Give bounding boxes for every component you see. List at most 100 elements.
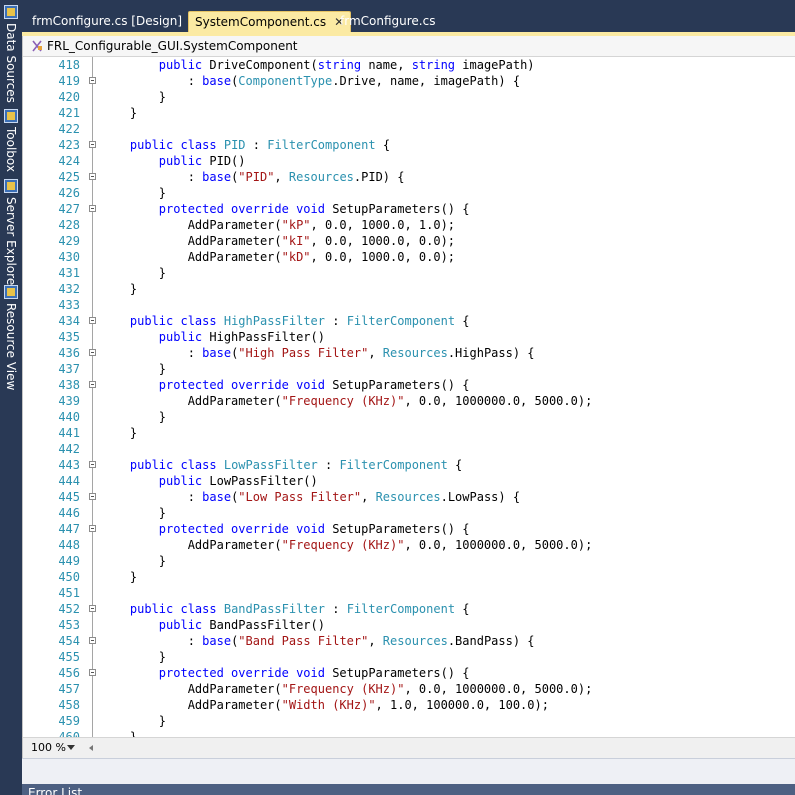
tab-label: frmConfigure.cs [Design]	[32, 14, 183, 28]
code-text: public PID()	[158, 154, 246, 168]
code-line[interactable]: 460 }	[23, 729, 795, 737]
code-line[interactable]: 444 public LowPassFilter()	[23, 473, 795, 489]
code-line[interactable]: 442	[23, 441, 795, 457]
code-line[interactable]: 425 : base("PID", Resources.PID) {	[23, 169, 795, 185]
code-text: : base("PID", Resources.PID) {	[101, 170, 405, 184]
side-tab-server-explorer[interactable]: Server Explorer	[0, 176, 21, 290]
code-line[interactable]: 435 public HighPassFilter()	[23, 329, 795, 345]
tab-frmconfigure[interactable]: frmConfigure.cs	[334, 11, 441, 32]
toolbox-icon	[3, 109, 18, 123]
code-line[interactable]: 430 AddParameter("kD", 0.0, 1000.0, 0.0)…	[23, 249, 795, 265]
side-tab-label: Server Explorer	[4, 197, 18, 291]
code-text: public BandPassFilter()	[158, 618, 325, 632]
line-number: 441	[58, 426, 80, 440]
collapse-icon[interactable]	[89, 525, 96, 532]
line-number: 432	[58, 282, 80, 296]
code-text: : base("High Pass Filter", Resources.Hig…	[101, 346, 535, 360]
collapse-icon[interactable]	[89, 381, 96, 388]
line-number: 448	[58, 538, 80, 552]
collapse-icon[interactable]	[89, 317, 96, 324]
line-number: 442	[58, 442, 80, 456]
error-list-panel[interactable]: Error List	[22, 784, 795, 795]
code-line[interactable]: 421 }	[23, 105, 795, 121]
collapse-icon[interactable]	[89, 173, 96, 180]
code-line[interactable]: 451	[23, 585, 795, 601]
side-tab-resource-view[interactable]: Resource View	[0, 282, 21, 390]
side-tab-label: Resource View	[4, 303, 18, 391]
code-line[interactable]: 456 protected override void SetupParamet…	[23, 665, 795, 681]
collapse-icon[interactable]	[89, 141, 96, 148]
code-line[interactable]: 459 }	[23, 713, 795, 729]
code-line[interactable]: 440 }	[23, 409, 795, 425]
code-line[interactable]: 429 AddParameter("kI", 0.0, 1000.0, 0.0)…	[23, 233, 795, 249]
code-line[interactable]: 437 }	[23, 361, 795, 377]
code-line[interactable]: 439 AddParameter("Frequency (KHz)", 0.0,…	[23, 393, 795, 409]
tab-systemcomponent[interactable]: SystemComponent.cs ✕	[188, 11, 352, 32]
editor-status-bar: 100 %	[23, 737, 795, 758]
code-line[interactable]: 453 public BandPassFilter()	[23, 617, 795, 633]
code-line[interactable]: 424 public PID()	[23, 153, 795, 169]
code-editor[interactable]: FRL_Configurable_GUI.SystemComponent 418…	[22, 36, 795, 758]
code-line[interactable]: 452 public class BandPassFilter : Filter…	[23, 601, 795, 617]
line-number: 458	[58, 698, 80, 712]
code-line[interactable]: 445 : base("Low Pass Filter", Resources.…	[23, 489, 795, 505]
code-text: }	[101, 570, 138, 584]
resource-view-icon	[3, 285, 18, 299]
code-text: AddParameter("kI", 0.0, 1000.0, 0.0);	[101, 234, 456, 248]
code-text: protected override void SetupParameters(…	[158, 202, 470, 216]
side-tab-data-sources[interactable]: Data Sources	[0, 2, 21, 103]
code-line[interactable]: 449 }	[23, 553, 795, 569]
code-line[interactable]: 450 }	[23, 569, 795, 585]
code-area[interactable]: 418 public DriveComponent(string name, s…	[23, 57, 795, 737]
error-list-label: Error List	[28, 786, 83, 795]
code-line[interactable]: 446 }	[23, 505, 795, 521]
code-line[interactable]: 438 protected override void SetupParamet…	[23, 377, 795, 393]
code-line[interactable]: 422	[23, 121, 795, 137]
collapse-icon[interactable]	[89, 637, 96, 644]
code-text: }	[101, 506, 167, 520]
code-line[interactable]: 443 public class LowPassFilter : FilterC…	[23, 457, 795, 473]
code-line[interactable]: 428 AddParameter("kP", 0.0, 1000.0, 1.0)…	[23, 217, 795, 233]
type-dropdown[interactable]: FRL_Configurable_GUI.SystemComponent	[47, 36, 298, 56]
navigation-bar[interactable]: FRL_Configurable_GUI.SystemComponent	[23, 36, 795, 57]
collapse-icon[interactable]	[89, 461, 96, 468]
code-line[interactable]: 419 : base(ComponentType.Drive, name, im…	[23, 73, 795, 89]
code-line[interactable]: 427 protected override void SetupParamet…	[23, 201, 795, 217]
code-line[interactable]: 454 : base("Band Pass Filter", Resources…	[23, 633, 795, 649]
tab-frmconfigure-design[interactable]: frmConfigure.cs [Design]	[26, 11, 188, 32]
collapse-icon[interactable]	[89, 77, 96, 84]
line-number: 428	[58, 218, 80, 232]
collapse-icon[interactable]	[89, 669, 96, 676]
code-text: }	[101, 186, 167, 200]
code-line[interactable]: 455 }	[23, 649, 795, 665]
code-line[interactable]: 448 AddParameter("Frequency (KHz)", 0.0,…	[23, 537, 795, 553]
code-line[interactable]: 457 AddParameter("Frequency (KHz)", 0.0,…	[23, 681, 795, 697]
line-number: 453	[58, 618, 80, 632]
code-line[interactable]: 431 }	[23, 265, 795, 281]
code-line[interactable]: 423 public class PID : FilterComponent {	[23, 137, 795, 153]
panel-splitter[interactable]	[22, 758, 795, 784]
code-line[interactable]: 418 public DriveComponent(string name, s…	[23, 57, 795, 73]
collapse-icon[interactable]	[89, 605, 96, 612]
code-line[interactable]: 433	[23, 297, 795, 313]
code-line[interactable]: 426 }	[23, 185, 795, 201]
code-line[interactable]: 441 }	[23, 425, 795, 441]
collapse-icon[interactable]	[89, 349, 96, 356]
collapse-icon[interactable]	[89, 205, 96, 212]
code-line[interactable]: 432 }	[23, 281, 795, 297]
side-tab-toolbox[interactable]: Toolbox	[0, 106, 21, 172]
line-number: 436	[58, 346, 80, 360]
code-line[interactable]: 458 AddParameter("Width (KHz)", 1.0, 100…	[23, 697, 795, 713]
code-line[interactable]: 434 public class HighPassFilter : Filter…	[23, 313, 795, 329]
zoom-level[interactable]: 100 %	[31, 738, 66, 758]
code-line[interactable]: 447 protected override void SetupParamet…	[23, 521, 795, 537]
code-text: public class HighPassFilter : FilterComp…	[129, 314, 470, 328]
code-line[interactable]: 420 }	[23, 89, 795, 105]
scroll-left-icon[interactable]	[89, 745, 93, 751]
line-number: 430	[58, 250, 80, 264]
code-text: : base("Band Pass Filter", Resources.Ban…	[101, 634, 535, 648]
chevron-down-icon[interactable]	[67, 745, 75, 750]
line-number: 460	[58, 730, 80, 737]
collapse-icon[interactable]	[89, 493, 96, 500]
code-line[interactable]: 436 : base("High Pass Filter", Resources…	[23, 345, 795, 361]
